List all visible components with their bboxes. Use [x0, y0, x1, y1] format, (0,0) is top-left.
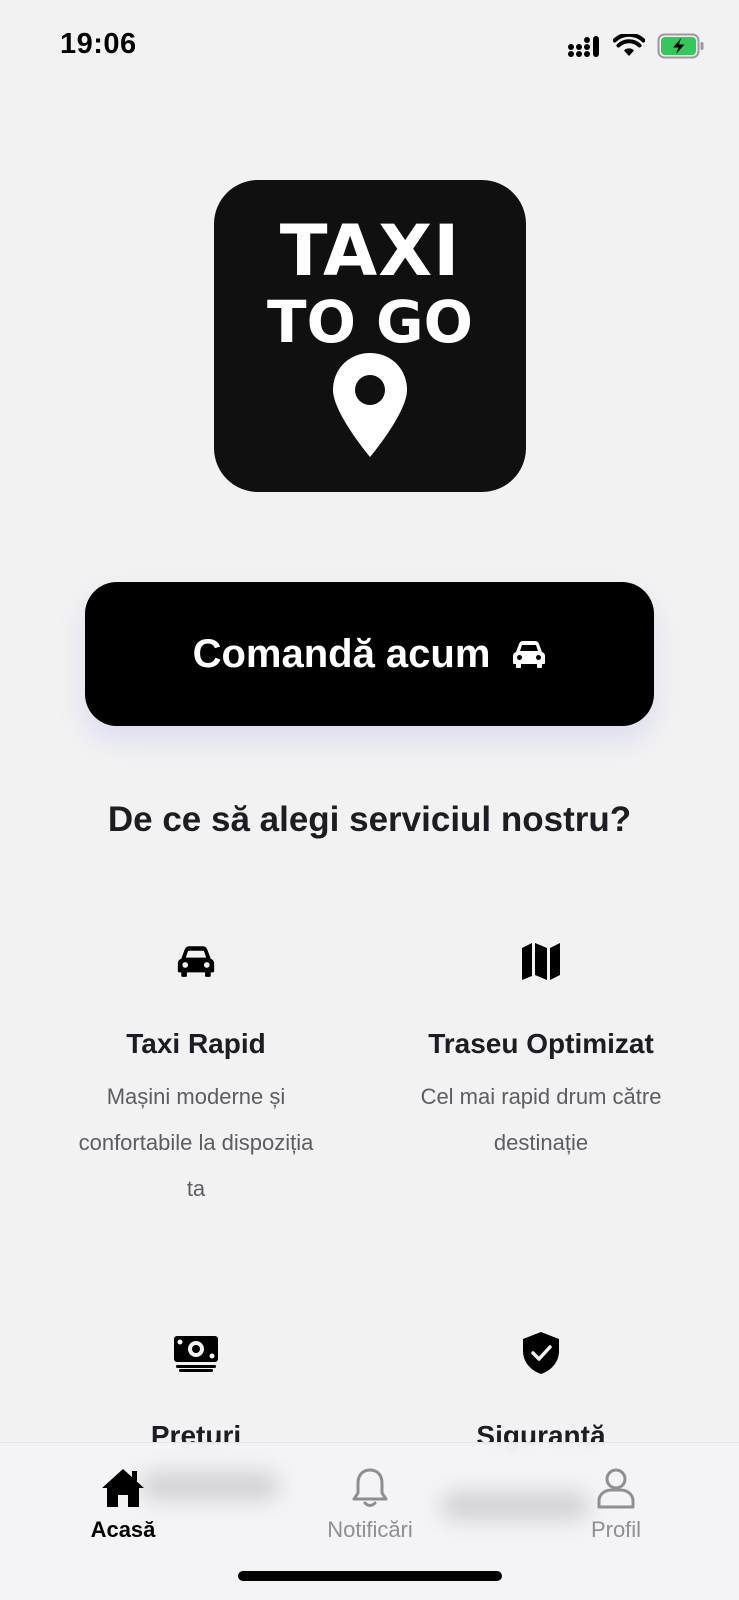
- status-time: 19:06: [60, 28, 137, 60]
- feature-title: Taxi Rapid: [126, 1028, 266, 1059]
- money-icon: [174, 1336, 218, 1372]
- wifi-icon: [613, 34, 645, 58]
- feature-title: Traseu Optimizat: [428, 1028, 654, 1059]
- status-icons: [567, 33, 705, 59]
- map-icon: [522, 943, 560, 980]
- order-now-label: Comandă acum: [192, 631, 491, 676]
- tab-label: Notificări: [327, 1517, 413, 1542]
- feature-description: Mașini moderne și confortabile la dispoz…: [78, 1084, 314, 1201]
- shield-check-icon: [523, 1332, 559, 1374]
- feature-description: Cel mai rapid drum către destinație: [420, 1084, 662, 1155]
- bell-icon: [352, 1468, 388, 1507]
- tab-home[interactable]: Acasă: [43, 1465, 203, 1543]
- battery-icon: [657, 33, 705, 59]
- section-title: De ce să alegi serviciul nostru?: [107, 800, 632, 839]
- tab-profile[interactable]: Profil: [536, 1465, 696, 1543]
- cellular-signal-icon: [567, 34, 601, 58]
- logo-text-line1: TAXI: [279, 210, 461, 292]
- tab-notifications[interactable]: Notificări: [290, 1465, 450, 1543]
- tab-label: Acasă: [90, 1517, 156, 1542]
- feature-traseu-optimizat: Traseu Optimizat Cel mai rapid drum cătr…: [381, 936, 701, 1166]
- order-now-button[interactable]: Comandă acum: [85, 582, 654, 726]
- user-icon: [597, 1468, 635, 1509]
- status-bar: 19:06: [0, 0, 739, 92]
- app-logo: TAXI TO GO: [214, 180, 526, 492]
- feature-taxi-rapid: Taxi Rapid Mașini moderne și confortabil…: [36, 936, 356, 1212]
- tab-label: Profil: [590, 1517, 642, 1542]
- car-icon: [513, 641, 546, 668]
- home-icon: [102, 1469, 144, 1507]
- home-screen: 19:06 TAXI TO GO Comandă acum De ce să a…: [0, 0, 739, 1600]
- map-pin-icon: [333, 353, 407, 457]
- car-icon: [177, 946, 215, 977]
- logo-text-line2: TO GO: [267, 288, 473, 356]
- home-indicator: [238, 1571, 502, 1581]
